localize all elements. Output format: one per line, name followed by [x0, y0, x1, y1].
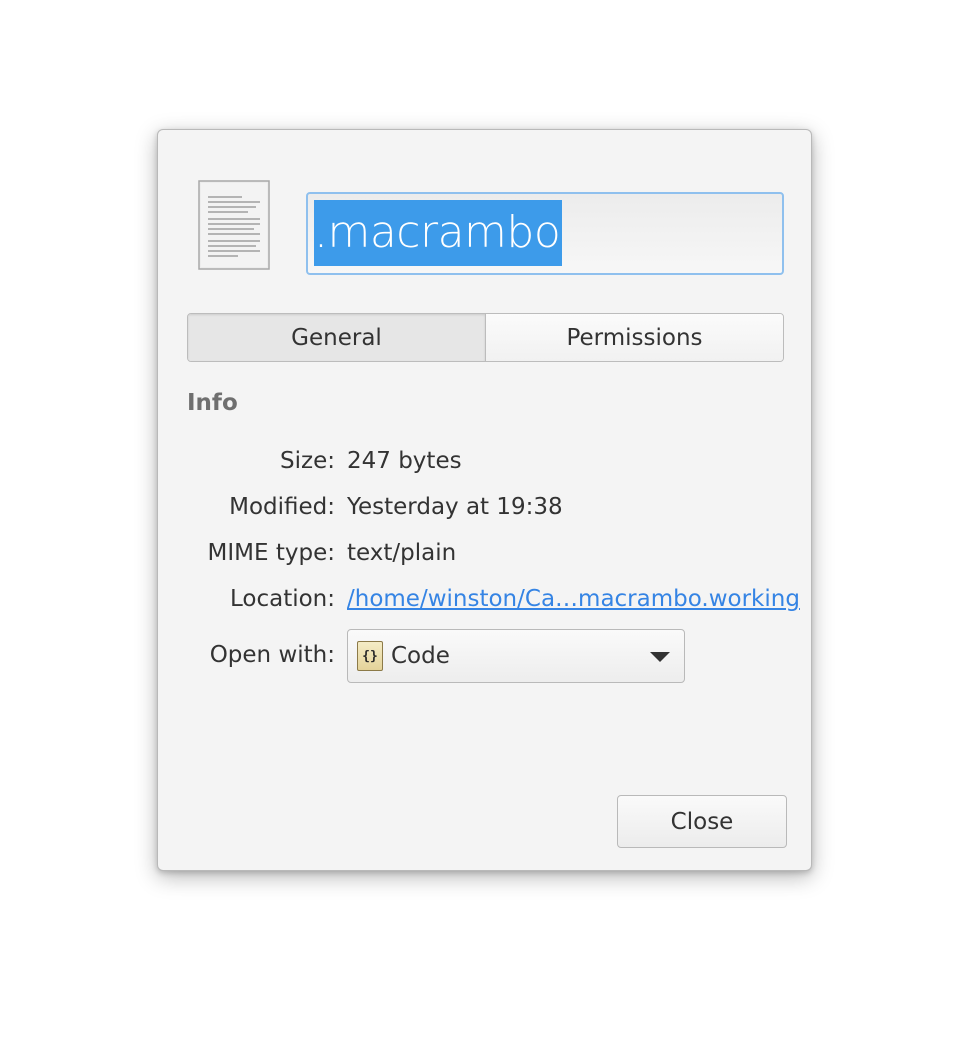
- dropdown-arrow-icon: [650, 652, 670, 662]
- size-value: 247 bytes: [347, 448, 462, 474]
- open-with-selected-app: Code: [391, 643, 450, 669]
- open-with-label: Open with:: [209, 642, 335, 668]
- location-link[interactable]: /home/winston/Ca…macrambo.working: [347, 586, 800, 612]
- open-with-dropdown[interactable]: {} Code: [347, 629, 685, 683]
- info-section-title: Info: [187, 390, 238, 416]
- close-button[interactable]: Close: [617, 795, 787, 848]
- text-document-icon: [198, 180, 270, 270]
- size-row: Size: 247 bytes: [158, 448, 813, 482]
- tab-permissions[interactable]: Permissions: [486, 314, 783, 361]
- mime-type-label: MIME type:: [207, 540, 335, 566]
- file-properties-dialog: .macrambo General Permissions Info Size:…: [157, 129, 812, 871]
- mime-type-row: MIME type: text/plain: [158, 540, 813, 574]
- location-row: Location: /home/winston/Ca…macrambo.work…: [158, 586, 813, 620]
- filename-selected-text[interactable]: .macrambo: [314, 200, 563, 266]
- filename-input[interactable]: .macrambo: [306, 192, 784, 275]
- mime-type-value: text/plain: [347, 540, 457, 566]
- size-label: Size:: [280, 448, 335, 474]
- modified-label: Modified:: [229, 494, 335, 520]
- modified-row: Modified: Yesterday at 19:38: [158, 494, 813, 528]
- modified-value: Yesterday at 19:38: [347, 494, 563, 520]
- code-editor-icon: {}: [357, 641, 383, 671]
- tab-general[interactable]: General: [188, 314, 486, 361]
- location-label: Location:: [229, 586, 335, 612]
- tab-bar: General Permissions: [187, 313, 784, 362]
